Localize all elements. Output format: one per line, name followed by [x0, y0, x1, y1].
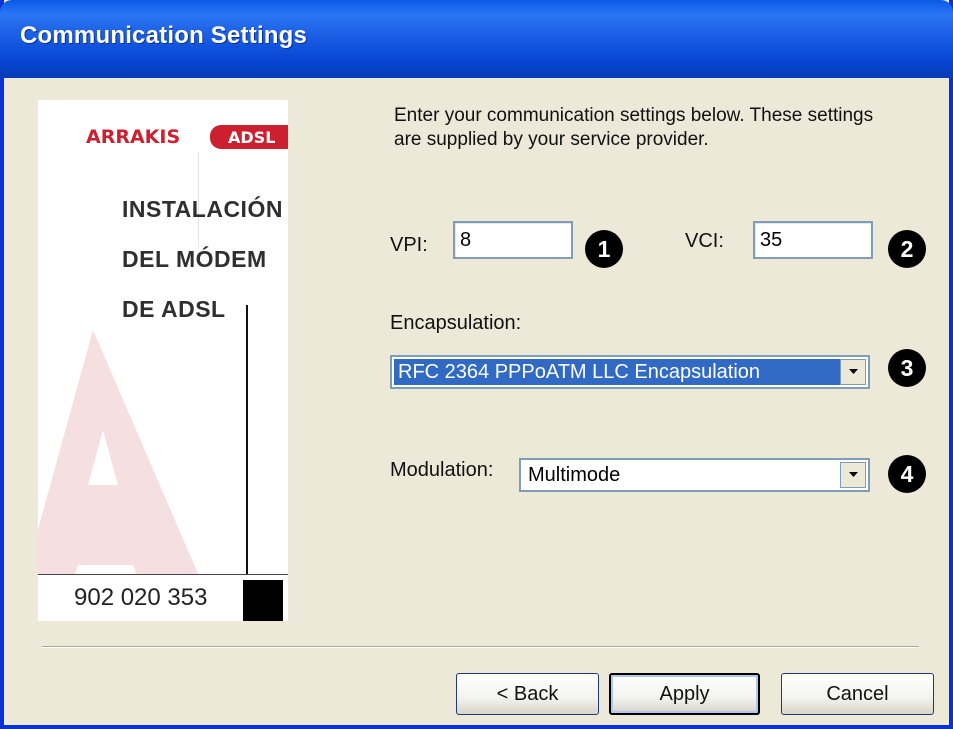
logo-badge-text: ADSL — [228, 128, 275, 147]
brand-line-installation: INSTALACIÓN — [122, 196, 283, 222]
title-bar: Communication Settings — [0, 0, 953, 78]
brand-title: INSTALACIÓN DEL MÓDEM DE ADSL — [122, 192, 288, 342]
back-button[interactable]: < Back — [456, 673, 599, 715]
modulation-dropdown-button[interactable] — [840, 462, 866, 488]
vci-label: VCI: — [685, 230, 724, 252]
encapsulation-value: RFC 2364 PPPoATM LLC Encapsulation — [394, 359, 840, 385]
encapsulation-label: Encapsulation: — [390, 312, 522, 334]
encapsulation-select[interactable]: RFC 2364 PPPoATM LLC Encapsulation — [390, 355, 870, 389]
dialog-content: ARRAKIS ADSL INSTALACIÓN DEL MÓDEM DE AD… — [4, 78, 953, 729]
phone-area: 902 020 353 — [38, 574, 288, 621]
apply-button[interactable]: Apply — [609, 673, 760, 715]
arrakis-adsl-logo: ARRAKIS ADSL — [86, 125, 288, 149]
step-2-badge: 2 — [888, 230, 926, 268]
vertical-divider — [246, 305, 248, 607]
vci-input[interactable] — [753, 221, 873, 259]
brand-panel: ARRAKIS ADSL INSTALACIÓN DEL MÓDEM DE AD… — [38, 100, 288, 620]
modulation-select[interactable]: Multimode — [519, 458, 870, 492]
encapsulation-dropdown-button[interactable] — [840, 359, 866, 385]
phone-black-block — [243, 580, 283, 621]
chevron-down-icon — [848, 472, 858, 477]
modulation-label: Modulation: — [390, 459, 494, 481]
modulation-value: Multimode — [528, 463, 621, 486]
vpi-label: VPI: — [390, 234, 428, 256]
step-4-badge: 4 — [888, 455, 926, 493]
brand-line-modem: DEL MÓDEM — [122, 246, 267, 272]
dialog-separator — [42, 646, 919, 648]
step-3-badge: 3 — [888, 349, 926, 387]
settings-instructions: Enter your communication settings below.… — [394, 105, 874, 150]
cancel-button[interactable]: Cancel — [781, 673, 934, 715]
communication-settings-window: Communication Settings ARRAKIS ADSL INST… — [0, 0, 953, 729]
phone-number: 902 020 353 — [74, 584, 208, 611]
brand-line-adsl: DE ADSL — [122, 296, 226, 322]
window-title: Communication Settings — [20, 22, 308, 49]
step-1-badge: 1 — [585, 230, 623, 268]
chevron-down-icon — [848, 369, 858, 374]
vpi-input[interactable] — [453, 221, 573, 259]
logo-brand-text: ARRAKIS — [86, 126, 180, 148]
